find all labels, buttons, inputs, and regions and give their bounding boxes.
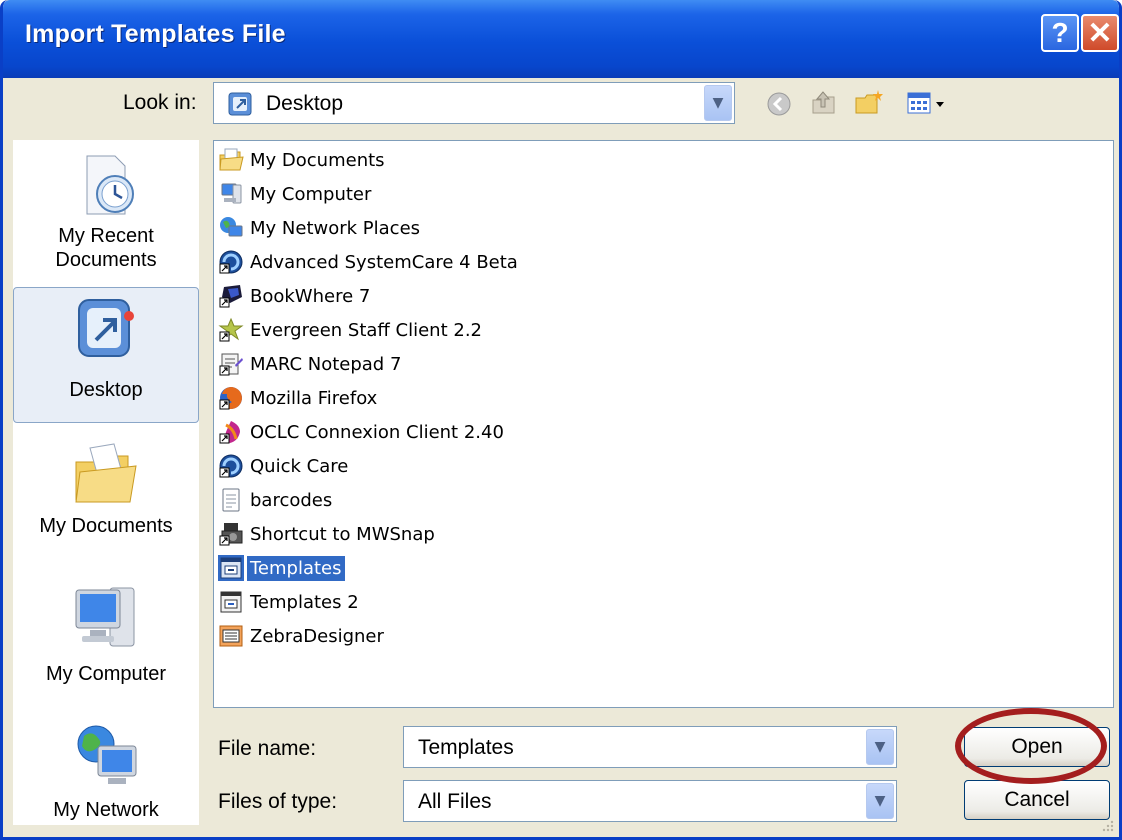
list-item[interactable]: Templates 2 — [218, 586, 362, 618]
file-type-dropdown-button[interactable]: ▼ — [866, 783, 894, 819]
quickcare-icon — [219, 454, 243, 478]
place-label: My Documents — [39, 515, 173, 537]
up-folder-icon[interactable] — [808, 88, 838, 118]
chevron-down-icon: ▼ — [712, 95, 724, 111]
new-folder-icon[interactable] — [853, 88, 885, 118]
chevron-down-icon: ▼ — [874, 793, 886, 809]
list-item[interactable]: ZebraDesigner — [218, 620, 387, 652]
firefox-icon — [219, 387, 242, 410]
place-label: My Network — [53, 799, 159, 821]
open-button[interactable]: Open — [964, 727, 1110, 767]
resize-grip-icon[interactable] — [1099, 817, 1115, 833]
folder-docs-icon — [219, 148, 244, 171]
file-name-dropdown-button[interactable]: ▼ — [866, 729, 894, 765]
help-icon: ? — [1051, 17, 1069, 48]
place-my-network[interactable]: My Network — [13, 720, 199, 824]
file-name: MARC Notepad 7 — [250, 353, 402, 375]
list-item[interactable]: OCLC Connexion Client 2.40 — [218, 416, 507, 448]
marc-notepad-icon — [219, 353, 243, 376]
recent-documents-icon — [86, 155, 134, 215]
file-name-label: File name: — [218, 737, 317, 760]
file-name: Shortcut to MWSnap — [250, 523, 435, 545]
look-in-value: Desktop — [266, 92, 344, 115]
list-item[interactable]: Evergreen Staff Client 2.2 — [218, 314, 485, 346]
cancel-button[interactable]: Cancel — [964, 780, 1110, 820]
close-button[interactable]: ✕ — [1081, 14, 1119, 52]
file-name: Templates 2 — [250, 591, 359, 613]
systemcare-icon — [219, 250, 243, 274]
template-file-icon — [220, 591, 242, 613]
place-desktop[interactable]: Desktop — [13, 287, 199, 423]
file-name: Mozilla Firefox — [250, 387, 378, 409]
chevron-down-icon: ▼ — [874, 739, 886, 755]
file-name: My Network Places — [250, 217, 421, 239]
view-menu-icon[interactable] — [906, 90, 952, 118]
mwsnap-icon — [219, 523, 243, 546]
help-button[interactable]: ? — [1041, 14, 1079, 52]
list-item-selected[interactable]: Templates — [218, 552, 345, 584]
look-in-label: Look in: — [123, 91, 197, 114]
bookwhere-icon — [219, 285, 242, 308]
list-item[interactable]: MARC Notepad 7 — [218, 348, 404, 380]
list-item[interactable]: Advanced SystemCare 4 Beta — [218, 246, 521, 278]
list-item[interactable]: My Network Places — [218, 212, 423, 244]
text-file-icon — [222, 488, 240, 512]
file-name: Evergreen Staff Client 2.2 — [250, 319, 482, 341]
title-bar[interactable]: Import Templates File ? ✕ — [3, 0, 1119, 78]
places-bar: My Recent Documents Desktop My Documents — [13, 140, 199, 825]
computer-icon — [221, 183, 242, 204]
import-templates-dialog: Import Templates File ? ✕ Look in: Deskt… — [0, 0, 1122, 840]
list-item[interactable]: My Computer — [218, 178, 374, 210]
list-item[interactable]: Quick Care — [218, 450, 351, 482]
desktop-icon — [228, 92, 252, 116]
place-my-documents[interactable]: My Documents — [13, 440, 199, 550]
close-icon: ✕ — [1087, 16, 1113, 50]
file-name: Advanced SystemCare 4 Beta — [250, 251, 518, 273]
my-documents-icon — [75, 443, 137, 503]
list-item[interactable]: barcodes — [218, 484, 335, 516]
my-computer-icon — [75, 587, 135, 647]
file-name-input[interactable]: Templates ▼ — [403, 726, 897, 768]
place-label: Desktop — [69, 379, 143, 401]
file-type-dropdown[interactable]: All Files ▼ — [403, 780, 897, 822]
my-network-icon — [77, 725, 137, 784]
file-name: barcodes — [250, 489, 333, 511]
file-type-value: All Files — [418, 790, 492, 813]
evergreen-icon — [218, 317, 244, 342]
file-type-label: Files of type: — [218, 790, 338, 813]
place-my-computer[interactable]: My Computer — [13, 580, 199, 690]
file-name: ZebraDesigner — [250, 625, 384, 647]
dialog-title: Import Templates File — [25, 20, 286, 48]
list-item[interactable]: Mozilla Firefox — [218, 382, 380, 414]
look-in-dropdown[interactable]: Desktop ▼ — [213, 82, 735, 124]
template-file-icon — [220, 557, 242, 579]
file-name-value: Templates — [418, 736, 514, 759]
zebradesigner-icon — [219, 625, 243, 647]
file-list[interactable]: My Documents My Computer My Network Plac… — [213, 140, 1114, 708]
look-in-dropdown-button[interactable]: ▼ — [704, 85, 732, 121]
network-icon — [220, 217, 243, 237]
place-label: My Recent Documents — [55, 225, 157, 271]
file-name: My Computer — [250, 183, 372, 205]
file-name: My Documents — [250, 149, 385, 171]
list-item[interactable]: My Documents — [218, 144, 388, 176]
place-my-recent-documents[interactable]: My Recent Documents — [13, 150, 199, 280]
file-name: BookWhere 7 — [250, 285, 371, 307]
list-item[interactable]: Shortcut to MWSnap — [218, 518, 438, 550]
place-label: My Computer — [45, 663, 167, 685]
file-name: Quick Care — [250, 455, 349, 477]
file-name: OCLC Connexion Client 2.40 — [250, 421, 504, 443]
back-icon[interactable] — [765, 90, 793, 118]
desktop-icon — [78, 299, 134, 357]
file-name: Templates — [247, 555, 345, 581]
list-item[interactable]: BookWhere 7 — [218, 280, 373, 312]
oclc-icon — [219, 421, 240, 444]
